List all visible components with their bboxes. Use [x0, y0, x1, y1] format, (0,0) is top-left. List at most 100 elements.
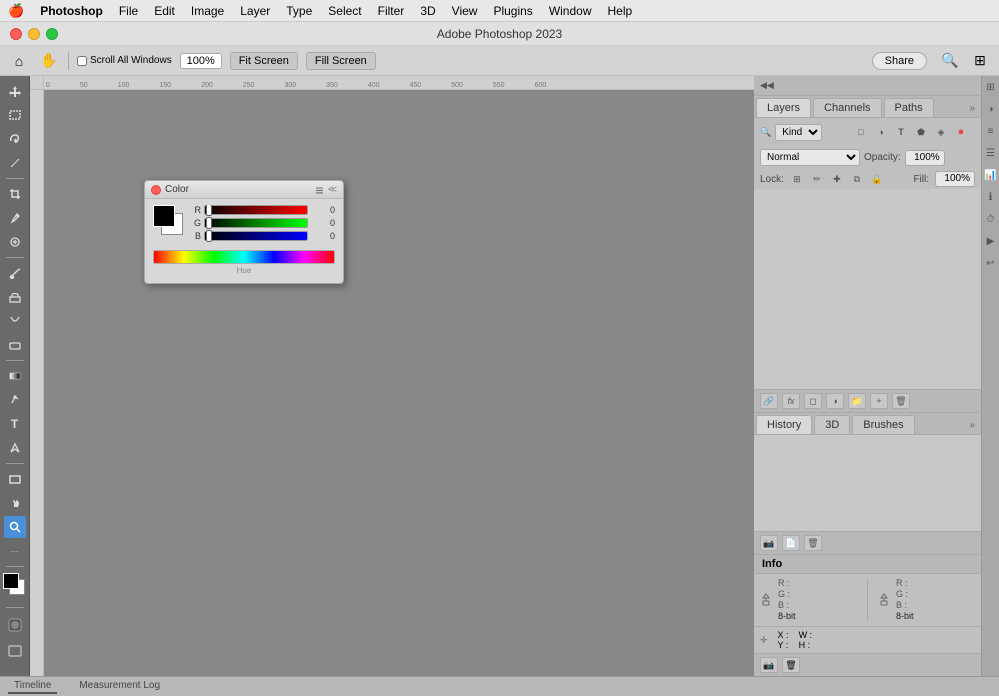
move-tool[interactable] [4, 80, 26, 102]
fill-screen-button[interactable]: Fill Screen [306, 52, 376, 70]
add-group-button[interactable]: 📁 [848, 393, 866, 409]
right-tool-layers[interactable]: ⊞ [984, 80, 998, 94]
app-name[interactable]: Photoshop [40, 4, 103, 18]
scroll-all-label[interactable]: Scroll All Windows [77, 55, 172, 66]
minimize-button[interactable] [28, 28, 40, 40]
color-dialog-expand[interactable]: ≪ [324, 184, 337, 195]
brush-tool[interactable] [4, 262, 26, 284]
menu-file[interactable]: File [119, 4, 138, 18]
path-selection-tool[interactable] [4, 437, 26, 459]
pixel-filter-icon[interactable]: □ [853, 124, 869, 140]
hand-tool[interactable] [4, 492, 26, 514]
r-slider[interactable] [204, 205, 308, 215]
status-tab-timeline[interactable]: Timeline [8, 679, 57, 694]
menu-plugins[interactable]: Plugins [493, 4, 532, 18]
info-snapshot-button[interactable]: 📷 [760, 657, 778, 673]
history-expand-icon[interactable]: » [963, 417, 981, 434]
pen-tool[interactable] [4, 389, 26, 411]
canvas-area[interactable]: 0 50 100 150 200 250 300 350 400 450 500… [30, 76, 754, 676]
right-tool-history[interactable]: ⏱ [984, 212, 998, 226]
color-dialog-menu[interactable]: ≡ [315, 183, 323, 197]
color-preview-area[interactable] [153, 205, 185, 237]
eraser-tool[interactable] [4, 334, 26, 356]
right-tool-histogram[interactable]: 📊 [984, 168, 998, 182]
stamp-tool[interactable] [4, 286, 26, 308]
foreground-color-swatch[interactable] [3, 573, 19, 589]
menu-type[interactable]: Type [286, 4, 312, 18]
wand-tool[interactable] [4, 152, 26, 174]
delete-history-button[interactable]: 🗑 [804, 535, 822, 551]
right-tool-libraries[interactable]: ☰ [984, 146, 998, 160]
right-tool-properties[interactable]: ≡ [984, 124, 998, 138]
menu-image[interactable]: Image [191, 4, 224, 18]
eyedropper-tool[interactable] [4, 207, 26, 229]
adjustment-filter-icon[interactable]: ◑ [873, 124, 889, 140]
menu-3d[interactable]: 3D [420, 4, 435, 18]
workspace-button[interactable]: ⊞ [969, 50, 991, 72]
zoom-tool[interactable] [4, 516, 26, 538]
color-dialog-close[interactable] [151, 185, 161, 195]
add-mask-button[interactable]: ◻ [804, 393, 822, 409]
quick-mask-mode[interactable] [4, 614, 26, 636]
close-button[interactable] [10, 28, 22, 40]
scroll-all-checkbox[interactable] [77, 56, 87, 66]
search-button[interactable]: 🔍 [939, 50, 961, 72]
tab-brushes[interactable]: Brushes [852, 415, 914, 434]
right-tool-actions[interactable]: ▶ [984, 234, 998, 248]
delete-layer-button[interactable]: 🗑 [892, 393, 910, 409]
color-spectrum[interactable] [153, 250, 335, 264]
tab-channels[interactable]: Channels [813, 98, 881, 117]
lock-transparency-icon[interactable]: ⊞ [790, 172, 804, 186]
g-slider-thumb[interactable] [206, 217, 212, 229]
maximize-button[interactable] [46, 28, 58, 40]
right-tool-adjustments[interactable]: ◑ [984, 102, 998, 116]
g-slider[interactable] [204, 218, 308, 228]
b-slider-thumb[interactable] [206, 230, 212, 242]
lock-artboards-icon[interactable]: ⧉ [850, 172, 864, 186]
fg-color-preview[interactable] [153, 205, 175, 227]
history-brush-tool[interactable] [4, 310, 26, 332]
fill-value[interactable]: 100% [935, 171, 975, 187]
menu-filter[interactable]: Filter [378, 4, 405, 18]
tab-layers[interactable]: Layers [756, 98, 811, 117]
hand-tool-option[interactable]: ✋ [38, 50, 60, 72]
add-style-button[interactable]: fx [782, 393, 800, 409]
opacity-value[interactable]: 100% [905, 150, 945, 166]
smartobject-filter-icon[interactable]: ◈ [933, 124, 949, 140]
r-slider-thumb[interactable] [206, 205, 212, 216]
lock-position-icon[interactable]: ✚ [830, 172, 844, 186]
blend-mode-select[interactable]: Normal Multiply Screen Overlay [760, 149, 860, 166]
add-adjustment-button[interactable]: ◑ [826, 393, 844, 409]
right-tool-info[interactable]: ℹ [984, 190, 998, 204]
create-snapshot-button[interactable]: 📷 [760, 535, 778, 551]
rectangular-marquee-tool[interactable] [4, 104, 26, 126]
home-button[interactable]: ⌂ [8, 50, 30, 72]
shape-filter-icon[interactable]: ⬟ [913, 124, 929, 140]
more-tools[interactable]: ··· [4, 540, 26, 562]
menu-view[interactable]: View [452, 4, 478, 18]
link-layers-button[interactable]: 🔗 [760, 393, 778, 409]
b-slider[interactable] [204, 231, 308, 241]
type-filter-icon[interactable]: T [893, 124, 909, 140]
panel-collapse-btn[interactable]: ◀◀ [754, 76, 981, 96]
heal-tool[interactable] [4, 231, 26, 253]
tab-3d[interactable]: 3D [814, 415, 850, 434]
add-layer-button[interactable]: + [870, 393, 888, 409]
zoom-value[interactable]: 100% [180, 53, 222, 69]
tab-paths[interactable]: Paths [884, 98, 934, 117]
canvas-bg[interactable]: Color ≡ ≪ R [44, 90, 754, 676]
lock-all-icon[interactable]: 🔒 [870, 172, 884, 186]
menu-help[interactable]: Help [608, 4, 633, 18]
menu-select[interactable]: Select [328, 4, 361, 18]
toggle-filter-icon[interactable]: ● [953, 124, 969, 140]
menu-window[interactable]: Window [549, 4, 592, 18]
apple-icon[interactable]: 🍎 [8, 3, 24, 19]
lock-pixels-icon[interactable]: ✏ [810, 172, 824, 186]
gradient-tool[interactable] [4, 365, 26, 387]
color-swatches[interactable] [3, 573, 27, 601]
panel-expand-icon[interactable]: » [963, 100, 981, 117]
create-new-doc-button[interactable]: 📄 [782, 535, 800, 551]
tab-history[interactable]: History [756, 415, 812, 434]
info-trash-button[interactable]: 🗑 [782, 657, 800, 673]
lasso-tool[interactable] [4, 128, 26, 150]
